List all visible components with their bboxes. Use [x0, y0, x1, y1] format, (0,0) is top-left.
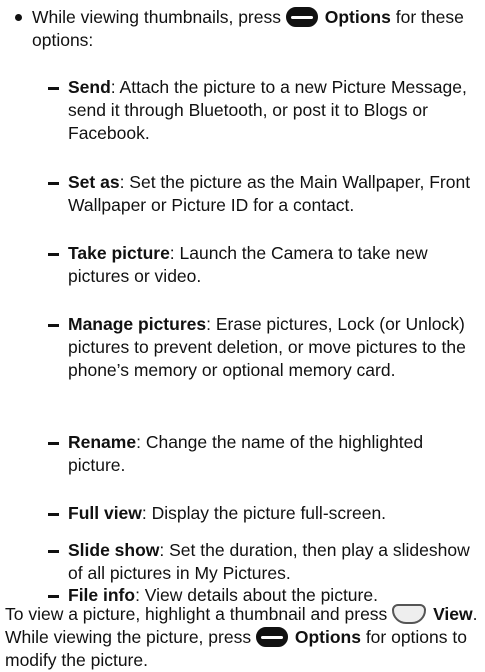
- option-desc: : Display the picture full-screen.: [141, 503, 387, 523]
- option-name: Slide show: [68, 540, 160, 560]
- option-desc: : Set the picture as the Main Wallpaper,…: [68, 172, 471, 215]
- dash-marker: [48, 182, 59, 185]
- option-desc: : View details about the picture.: [135, 585, 378, 605]
- center-ok-key-icon: [392, 604, 427, 624]
- dash-marker: [48, 253, 59, 256]
- left-softkey-icon: [285, 7, 318, 27]
- thumbnail-options-bullet: While viewing thumbnails, press Options …: [14, 6, 474, 52]
- footer-options-label: Options: [294, 627, 361, 647]
- option-name: File info: [68, 585, 136, 605]
- option-item-set-as: Set as: Set the picture as the Main Wall…: [48, 171, 478, 217]
- manual-page: While viewing thumbnails, press Options …: [0, 0, 485, 672]
- option-item-manage-pictures: Manage pictures: Erase pictures, Lock (o…: [48, 313, 478, 382]
- bullet-prefix: While viewing thumbnails, press: [32, 7, 281, 27]
- option-name: Set as: [68, 172, 120, 192]
- footer-part1: To view a picture, highlight a thumbnail…: [5, 604, 388, 624]
- option-item-send: Send: Attach the picture to a new Pictur…: [48, 76, 478, 145]
- dash-marker: [48, 595, 59, 598]
- option-item-rename: Rename: Change the name of the highlight…: [48, 431, 478, 477]
- footer-paragraph: To view a picture, highlight a thumbnail…: [5, 603, 480, 672]
- dash-marker: [48, 324, 59, 327]
- option-name: Send: [68, 77, 111, 97]
- option-name: Full view: [68, 503, 142, 523]
- left-softkey-icon: [255, 627, 288, 647]
- option-name: Rename: [68, 432, 137, 452]
- bullet-text: While viewing thumbnails, press Options …: [32, 6, 474, 52]
- option-item-full-view: Full view: Display the picture full-scre…: [48, 502, 478, 525]
- bullet-key-label: Options: [324, 7, 391, 27]
- option-item-take-picture: Take picture: Launch the Camera to take …: [48, 242, 478, 288]
- footer-view-label: View: [433, 604, 473, 624]
- dash-marker: [48, 513, 59, 516]
- dash-marker: [48, 442, 59, 445]
- dash-marker: [48, 550, 59, 553]
- option-item-slide-show: Slide show: Set the duration, then play …: [48, 539, 478, 585]
- dash-marker: [48, 87, 59, 90]
- option-name: Take picture: [68, 243, 170, 263]
- option-name: Manage pictures: [68, 314, 207, 334]
- option-desc: : Attach the picture to a new Picture Me…: [68, 77, 467, 143]
